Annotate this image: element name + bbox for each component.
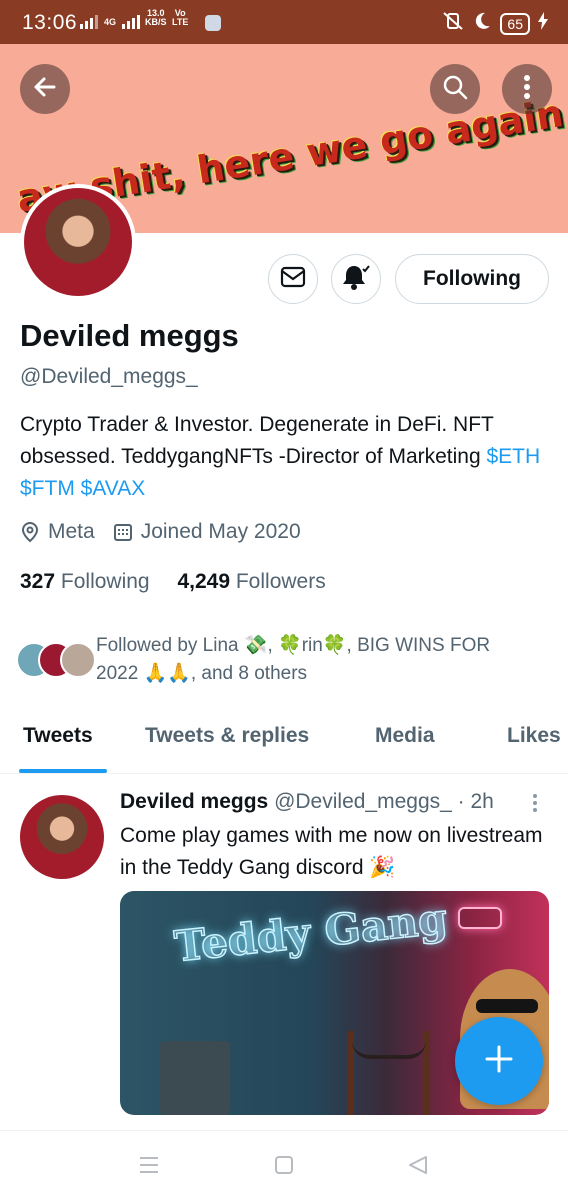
neon-sign-teddy-gang: Teddy Gang [171, 893, 450, 972]
tab-media[interactable]: Media [375, 724, 435, 748]
back-button[interactable] [20, 64, 70, 114]
tweet-header: Deviled meggs @Deviled_meggs_ · 2h [120, 790, 494, 814]
network-type: 4G [104, 16, 117, 27]
tweet-avatar[interactable] [20, 795, 104, 879]
followers-count: 4,249 [177, 570, 231, 593]
signal-strength-2-icon [122, 15, 141, 29]
profile-bio: Crypto Trader & Investor. Degenerate in … [20, 409, 550, 505]
profile-stats: 327 Following 4,249 Followers [20, 570, 326, 594]
velvet-rope [352, 1041, 426, 1059]
search-button[interactable] [430, 64, 480, 114]
profile-tabs: Tweets Tweets & replies Media Likes [0, 712, 568, 774]
active-tab-indicator [19, 769, 107, 773]
tweet-author-name[interactable]: Deviled meggs [120, 790, 268, 813]
profile-name: Deviled meggs [20, 318, 239, 353]
plus-icon [484, 1044, 514, 1079]
more-vertical-icon [530, 794, 540, 812]
barrel [160, 1041, 230, 1115]
following-stat[interactable]: 327 Following [20, 570, 150, 593]
avatar-image [24, 188, 132, 296]
back-arrow-icon [32, 74, 58, 105]
location-item: Meta [20, 520, 95, 544]
signal-icons: 4G [80, 15, 141, 29]
bio-text: Crypto Trader & Investor. Degenerate in … [20, 413, 494, 468]
bear-sunglasses [476, 999, 538, 1013]
tweet-author-handle: @Deviled_meggs_ [274, 790, 452, 813]
data-speed: 13.0 KB/S [145, 8, 167, 27]
menu-icon[interactable] [138, 1155, 160, 1180]
tab-tweets[interactable]: Tweets [23, 724, 93, 748]
mail-icon [280, 266, 306, 293]
profile-handle: @Deviled_meggs_ [20, 365, 198, 388]
dnd-moon-icon [472, 11, 492, 36]
following-button[interactable]: Following [395, 254, 549, 304]
message-button[interactable] [268, 254, 318, 304]
joined-text: Joined May 2020 [140, 520, 301, 543]
tweet-text: Come play games with me now on livestrea… [120, 824, 543, 879]
system-nav-bar [0, 1130, 568, 1200]
profile-avatar[interactable] [20, 184, 136, 300]
back-triangle-icon[interactable] [408, 1155, 428, 1180]
followers-label: Followers [235, 570, 326, 593]
status-bar: 13:06 4G 13.0 KB/S Vo LTE 65 [0, 0, 568, 44]
bell-icon [341, 263, 371, 296]
neon-pink-sign [458, 907, 502, 929]
followed-by-text: Followed by Lina 💸, 🍀rin🍀, BIG WINS FOR … [96, 635, 491, 684]
signal-strength-icon [80, 15, 98, 29]
notifications-button[interactable] [331, 254, 381, 304]
tab-likes[interactable]: Likes [507, 724, 561, 748]
location-text: Meta [48, 520, 95, 543]
location-icon [20, 521, 40, 543]
status-time: 13:06 [22, 11, 78, 34]
following-label: Following [60, 570, 150, 593]
profile-meta: Meta Joined May 2020 [20, 520, 301, 544]
tab-tweets-replies[interactable]: Tweets & replies [145, 724, 309, 748]
search-icon [442, 74, 468, 105]
charging-icon [538, 12, 548, 35]
joined-item: Joined May 2020 [113, 520, 301, 544]
tweet-more-button[interactable] [530, 792, 540, 816]
volte-indicator: Vo LTE [172, 8, 189, 27]
calendar-icon [113, 522, 133, 542]
tweet-time: · 2h [457, 790, 494, 813]
home-square-icon[interactable] [274, 1155, 294, 1180]
app-notification-icon [205, 15, 221, 31]
following-count: 327 [20, 570, 56, 593]
compose-tweet-button[interactable] [455, 1017, 543, 1105]
more-vertical-icon [523, 74, 531, 105]
mute-vibrate-icon [442, 11, 464, 36]
more-options-button[interactable] [502, 64, 552, 114]
followed-by-section[interactable]: Followed by Lina 💸, 🍀rin🍀, BIG WINS FOR … [16, 632, 556, 692]
battery-level: 65 [500, 12, 530, 35]
followers-stat[interactable]: 4,249 Followers [177, 570, 325, 593]
status-right: 65 [442, 11, 548, 36]
follower-avatar [60, 642, 96, 678]
